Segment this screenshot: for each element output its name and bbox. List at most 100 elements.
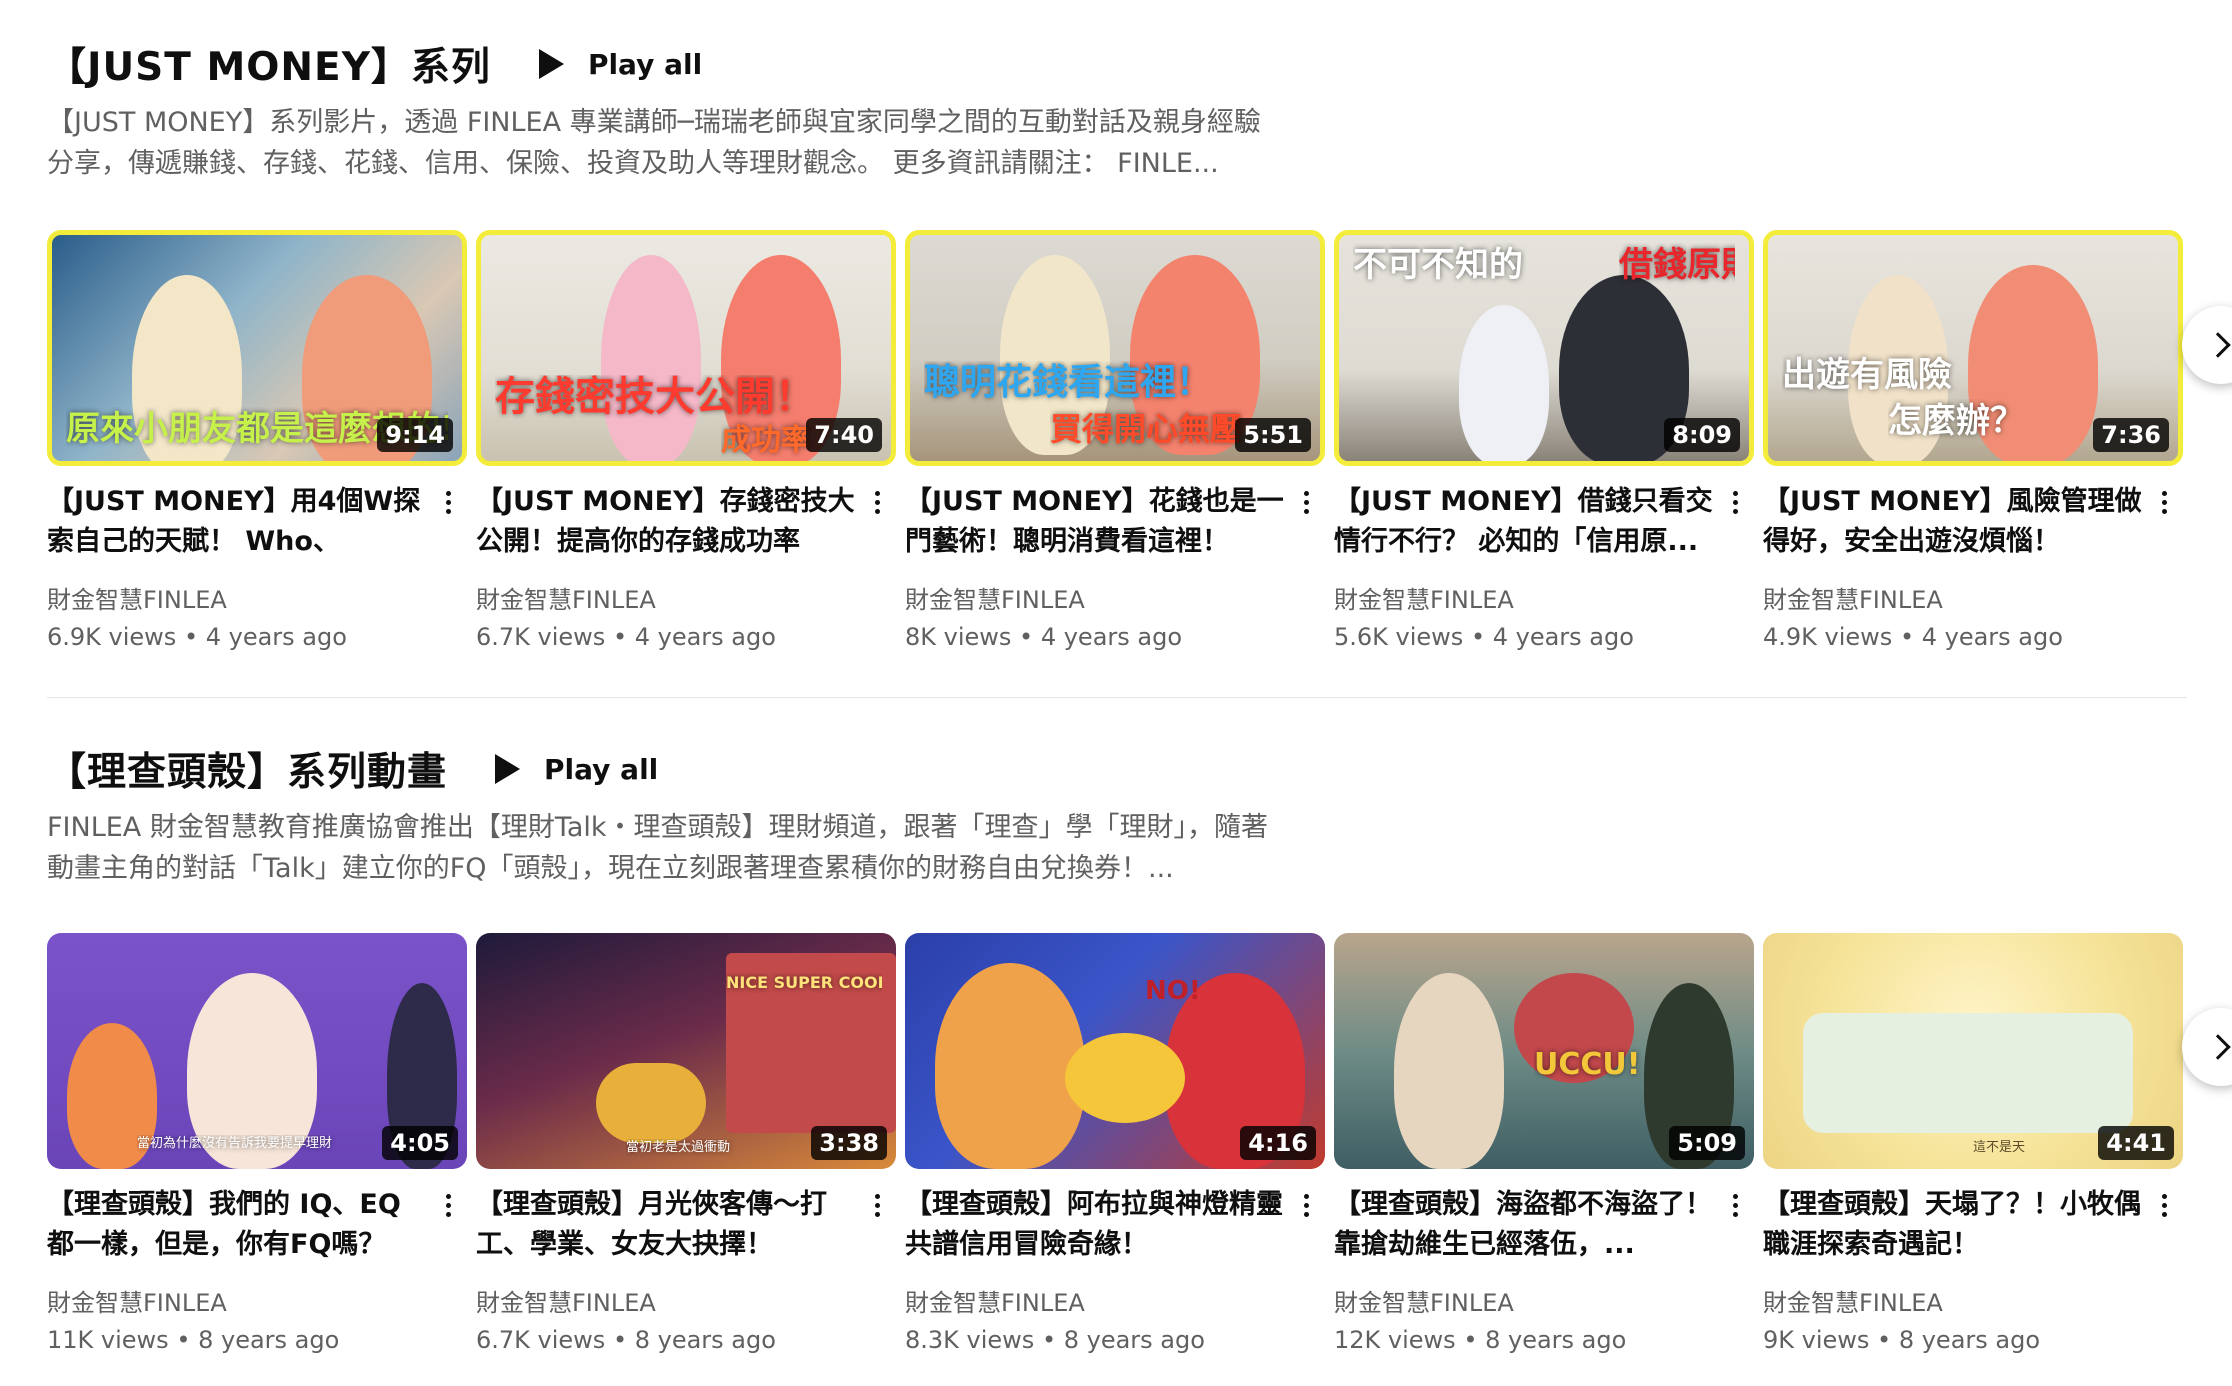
video-thumbnail[interactable]: NICE SUPER COOL SHOES! 當初老是太過衝動 3:38 <box>476 933 896 1169</box>
thumbnail-character-pirate <box>1394 973 1504 1169</box>
channel-name[interactable]: 財金智慧FINLEA <box>1334 580 1714 615</box>
video-thumbnail[interactable]: 聰明花錢看這裡！ 買得開心無壓 5:51 <box>905 230 1325 466</box>
video-title[interactable]: 【理查頭殼】我們的 IQ、EQ 都一樣，但是，你有FQ嗎？ <box>47 1185 427 1265</box>
more-vert-icon[interactable] <box>1291 482 1321 522</box>
thumbnail-person-girl <box>601 255 701 461</box>
more-vert-icon[interactable] <box>433 482 463 522</box>
view-count: 8K views <box>905 623 1012 651</box>
channel-name[interactable]: 財金智慧FINLEA <box>1763 580 2143 615</box>
video-thumbnail[interactable]: 這不是天 4:41 <box>1763 933 2183 1169</box>
upload-age: 4 years ago <box>1921 623 2063 651</box>
thumbnail-floating-island <box>1803 1013 2133 1133</box>
view-count: 4.9K views <box>1763 623 1893 651</box>
view-count: 6.7K views <box>476 623 606 651</box>
video-title[interactable]: 【JUST MONEY】存錢密技大公開！提高你的存錢成功率 <box>476 482 856 562</box>
video-thumbnail[interactable]: 當初為什麼沒有告訴我要提早理財 4:05 <box>47 933 467 1169</box>
shelf-header: 【JUST MONEY】系列 Play all <box>47 30 2187 98</box>
video-title[interactable]: 【理查頭殼】月光俠客傳～打工、學業、女友大抉擇！ <box>476 1185 856 1265</box>
thumbnail-caption: NO! <box>1145 976 1201 1006</box>
more-vert-icon[interactable] <box>1720 1185 1750 1225</box>
video-title[interactable]: 【JUST MONEY】風險管理做得好，安全出遊沒煩惱！ <box>1763 482 2143 562</box>
video-duration: 4:16 <box>1240 1126 1316 1160</box>
video-row: 原來小朋友都是這麼想的! 9:14 【JUST MONEY】用4個W探索自己的天… <box>47 230 2183 651</box>
video-card[interactable]: 這不是天 4:41 【理查頭殼】天塌了？！小牧偶職涯探索奇遇記！ 財金智慧FIN… <box>1763 933 2183 1354</box>
video-title[interactable]: 【理查頭殼】阿布拉與神燈精靈共譜信用冒險奇緣！ <box>905 1185 1285 1265</box>
video-card[interactable]: 當初為什麼沒有告訴我要提早理財 4:05 【理查頭殼】我們的 IQ、EQ 都一樣… <box>47 933 467 1354</box>
video-card[interactable]: 聰明花錢看這裡！ 買得開心無壓 5:51 【JUST MONEY】花錢也是一門藝… <box>905 230 1325 651</box>
video-duration: 5:51 <box>1235 418 1311 452</box>
more-vert-icon[interactable] <box>2149 482 2179 522</box>
video-stats: 6.9K views • 4 years ago <box>47 623 347 651</box>
chevron-right-icon <box>2205 1034 2231 1060</box>
shelf-description: 【JUST MONEY】系列影片，透過 FINLEA 專業講師─瑞瑞老師與宜家同… <box>47 107 1261 179</box>
video-duration: 9:14 <box>377 418 453 452</box>
play-all-button[interactable]: Play all <box>538 47 703 81</box>
video-title[interactable]: 【JUST MONEY】借錢只看交情行不行？ 必知的「信用原... <box>1334 482 1714 562</box>
play-all-label: Play all <box>587 47 703 81</box>
video-stats: 9K views • 8 years ago <box>1763 1326 2041 1354</box>
channel-name[interactable]: 財金智慧FINLEA <box>476 1283 856 1318</box>
video-thumbnail[interactable]: 不可不知的 借錢原則 8:09 <box>1334 230 1754 466</box>
channel-name[interactable]: 財金智慧FINLEA <box>47 580 427 615</box>
play-icon <box>495 754 521 784</box>
shelf-title[interactable]: 【理查頭殼】系列動畫 <box>47 741 447 797</box>
video-title[interactable]: 【理查頭殼】天塌了？！小牧偶職涯探索奇遇記！ <box>1763 1185 2143 1265</box>
thumbnail-subcaption: 借錢原則 <box>1619 245 1735 285</box>
video-card[interactable]: 原來小朋友都是這麼想的! 9:14 【JUST MONEY】用4個W探索自己的天… <box>47 230 467 651</box>
more-vert-icon[interactable] <box>1720 482 1750 522</box>
play-all-button[interactable]: Play all <box>495 753 658 786</box>
shelf-next-button[interactable] <box>2182 1008 2232 1086</box>
more-vert-icon[interactable] <box>2149 1185 2179 1225</box>
video-stats: 8K views • 4 years ago <box>905 623 1183 651</box>
video-thumbnail[interactable]: UCCU! 5:09 <box>1334 933 1754 1169</box>
section-divider <box>47 697 2187 698</box>
video-card[interactable]: NICE SUPER COOL SHOES! 當初老是太過衝動 3:38 【理查… <box>476 933 896 1354</box>
video-thumbnail[interactable]: 存錢密技大公開！ 成功率 7:40 <box>476 230 896 466</box>
video-thumbnail[interactable]: NO! 4:16 <box>905 933 1325 1169</box>
channel-name[interactable]: 財金智慧FINLEA <box>1334 1283 1714 1318</box>
video-card[interactable]: NO! 4:16 【理查頭殼】阿布拉與神燈精靈共譜信用冒險奇緣！ 財金智慧FIN… <box>905 933 1325 1354</box>
shelf-title[interactable]: 【JUST MONEY】系列 <box>47 36 491 92</box>
video-thumbnail[interactable]: 原來小朋友都是這麼想的! 9:14 <box>47 230 467 466</box>
view-count: 8.3K views <box>905 1326 1035 1354</box>
video-duration: 4:05 <box>382 1126 458 1160</box>
channel-name[interactable]: 財金智慧FINLEA <box>905 580 1285 615</box>
upload-age: 8 years ago <box>634 1326 776 1354</box>
more-vert-icon[interactable] <box>862 1185 892 1225</box>
channel-name[interactable]: 財金智慧FINLEA <box>905 1283 1285 1318</box>
video-duration: 7:40 <box>806 418 882 452</box>
shelf-header: 【理查頭殼】系列動畫 Play all <box>47 735 2187 803</box>
shelf-description: FINLEA 財金智慧教育推廣協會推出【理財Talk・理查頭殼】理財頻道，跟著「… <box>47 812 1269 884</box>
video-stats: 5.6K views • 4 years ago <box>1334 623 1634 651</box>
shelf-just-money: 【JUST MONEY】系列 Play all 【JUST MONEY】系列影片… <box>47 30 2232 651</box>
channel-name[interactable]: 財金智慧FINLEA <box>47 1283 427 1318</box>
upload-age: 4 years ago <box>1492 623 1634 651</box>
thumbnail-character-aladdin <box>935 963 1085 1169</box>
video-card[interactable]: 不可不知的 借錢原則 8:09 【JUST MONEY】借錢只看交情行不行？ 必… <box>1334 230 1754 651</box>
video-card[interactable]: UCCU! 5:09 【理查頭殼】海盜都不海盜了！靠搶劫維生已經落伍，... 財… <box>1334 933 1754 1354</box>
shelf-next-button[interactable] <box>2182 306 2232 384</box>
video-title[interactable]: 【JUST MONEY】花錢也是一門藝術！聰明消費看這裡！ <box>905 482 1285 562</box>
video-card[interactable]: 出遊有風險 怎麼辦？ 7:36 【JUST MONEY】風險管理做得好，安全出遊… <box>1763 230 2183 651</box>
video-duration: 7:36 <box>2093 418 2169 452</box>
play-all-label: Play all <box>544 752 659 786</box>
thumbnail-coins <box>1065 1033 1185 1123</box>
upload-age: 4 years ago <box>1040 623 1183 651</box>
more-vert-icon[interactable] <box>1291 1185 1321 1225</box>
thumbnail-sign: NICE SUPER COOL SHOES! <box>726 973 882 992</box>
channel-name[interactable]: 財金智慧FINLEA <box>476 580 856 615</box>
video-card[interactable]: 存錢密技大公開！ 成功率 7:40 【JUST MONEY】存錢密技大公開！提高… <box>476 230 896 651</box>
upload-age: 8 years ago <box>1063 1326 1205 1354</box>
video-title[interactable]: 【理查頭殼】海盜都不海盜了！靠搶劫維生已經落伍，... <box>1334 1185 1714 1265</box>
video-duration: 3:38 <box>811 1126 887 1160</box>
upload-age: 4 years ago <box>634 623 776 651</box>
more-vert-icon[interactable] <box>862 482 892 522</box>
thumbnail-caption: 出遊有風險 <box>1782 355 1952 395</box>
video-stats: 6.7K views • 4 years ago <box>476 623 776 651</box>
more-vert-icon[interactable] <box>433 1185 463 1225</box>
video-title[interactable]: 【JUST MONEY】用4個W探索自己的天賦！ Who、How... <box>47 482 427 562</box>
video-thumbnail[interactable]: 出遊有風險 怎麼辦？ 7:36 <box>1763 230 2183 466</box>
video-stats: 8.3K views • 8 years ago <box>905 1326 1205 1354</box>
channel-name[interactable]: 財金智慧FINLEA <box>1763 1283 2143 1318</box>
upload-age: 8 years ago <box>1898 1326 2041 1354</box>
